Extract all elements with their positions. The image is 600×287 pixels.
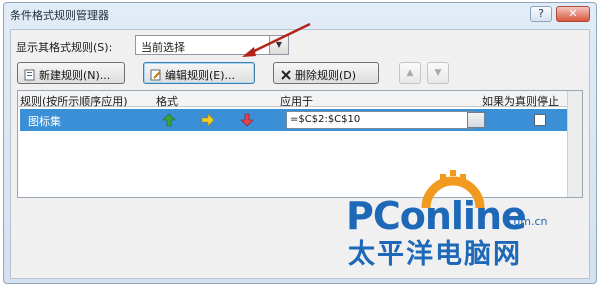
table-row[interactable]: 图标集 =$C$2:$C$10 <box>20 109 567 131</box>
red-down-arrow-icon <box>240 113 254 127</box>
new-rule-icon <box>24 69 35 81</box>
range-picker-icon[interactable] <box>467 112 485 128</box>
delete-rule-label: 删除规则(D) <box>295 69 357 82</box>
green-up-arrow-icon <box>162 113 176 127</box>
column-header-format: 格式 <box>156 95 178 108</box>
dialog-title: 条件格式规则管理器 <box>10 9 109 22</box>
edit-rule-icon <box>150 69 161 81</box>
applies-to-range-input[interactable]: =$C$2:$C$10 <box>286 111 476 129</box>
brand-chinese-name: 太平洋电脑网 <box>348 239 522 270</box>
help-button[interactable]: ? <box>530 6 552 22</box>
brand-domain: .com.cn <box>504 215 548 228</box>
column-header-applies-to: 应用于 <box>280 95 313 108</box>
yellow-side-arrow-icon <box>201 113 215 127</box>
watermark-logo: PConline .com.cn 太平洋电脑网 <box>338 170 588 280</box>
move-up-button[interactable]: ▲ <box>399 62 421 84</box>
close-button[interactable]: ✕ <box>556 6 590 22</box>
scope-label: 显示其格式规则(S): <box>16 41 113 54</box>
new-rule-button[interactable]: 新建规则(N)... <box>17 62 125 84</box>
delete-icon <box>281 70 291 80</box>
column-header-rule: 规则(按所示顺序应用) <box>20 95 128 108</box>
edit-rule-label: 编辑规则(E)... <box>165 69 236 82</box>
annotation-arrow-icon <box>242 22 311 57</box>
stop-if-true-checkbox[interactable] <box>534 114 546 126</box>
rules-table-header: 规则(按所示顺序应用) 格式 应用于 如果为真则停止 <box>18 91 582 108</box>
rule-name-cell: 图标集 <box>28 115 61 128</box>
delete-rule-button[interactable]: 删除规则(D) <box>273 62 379 84</box>
move-down-button[interactable]: ▼ <box>427 62 449 84</box>
column-header-stop-if-true: 如果为真则停止 <box>482 95 559 108</box>
new-rule-label: 新建规则(N)... <box>39 69 111 82</box>
edit-rule-button[interactable]: 编辑规则(E)... <box>143 62 255 84</box>
